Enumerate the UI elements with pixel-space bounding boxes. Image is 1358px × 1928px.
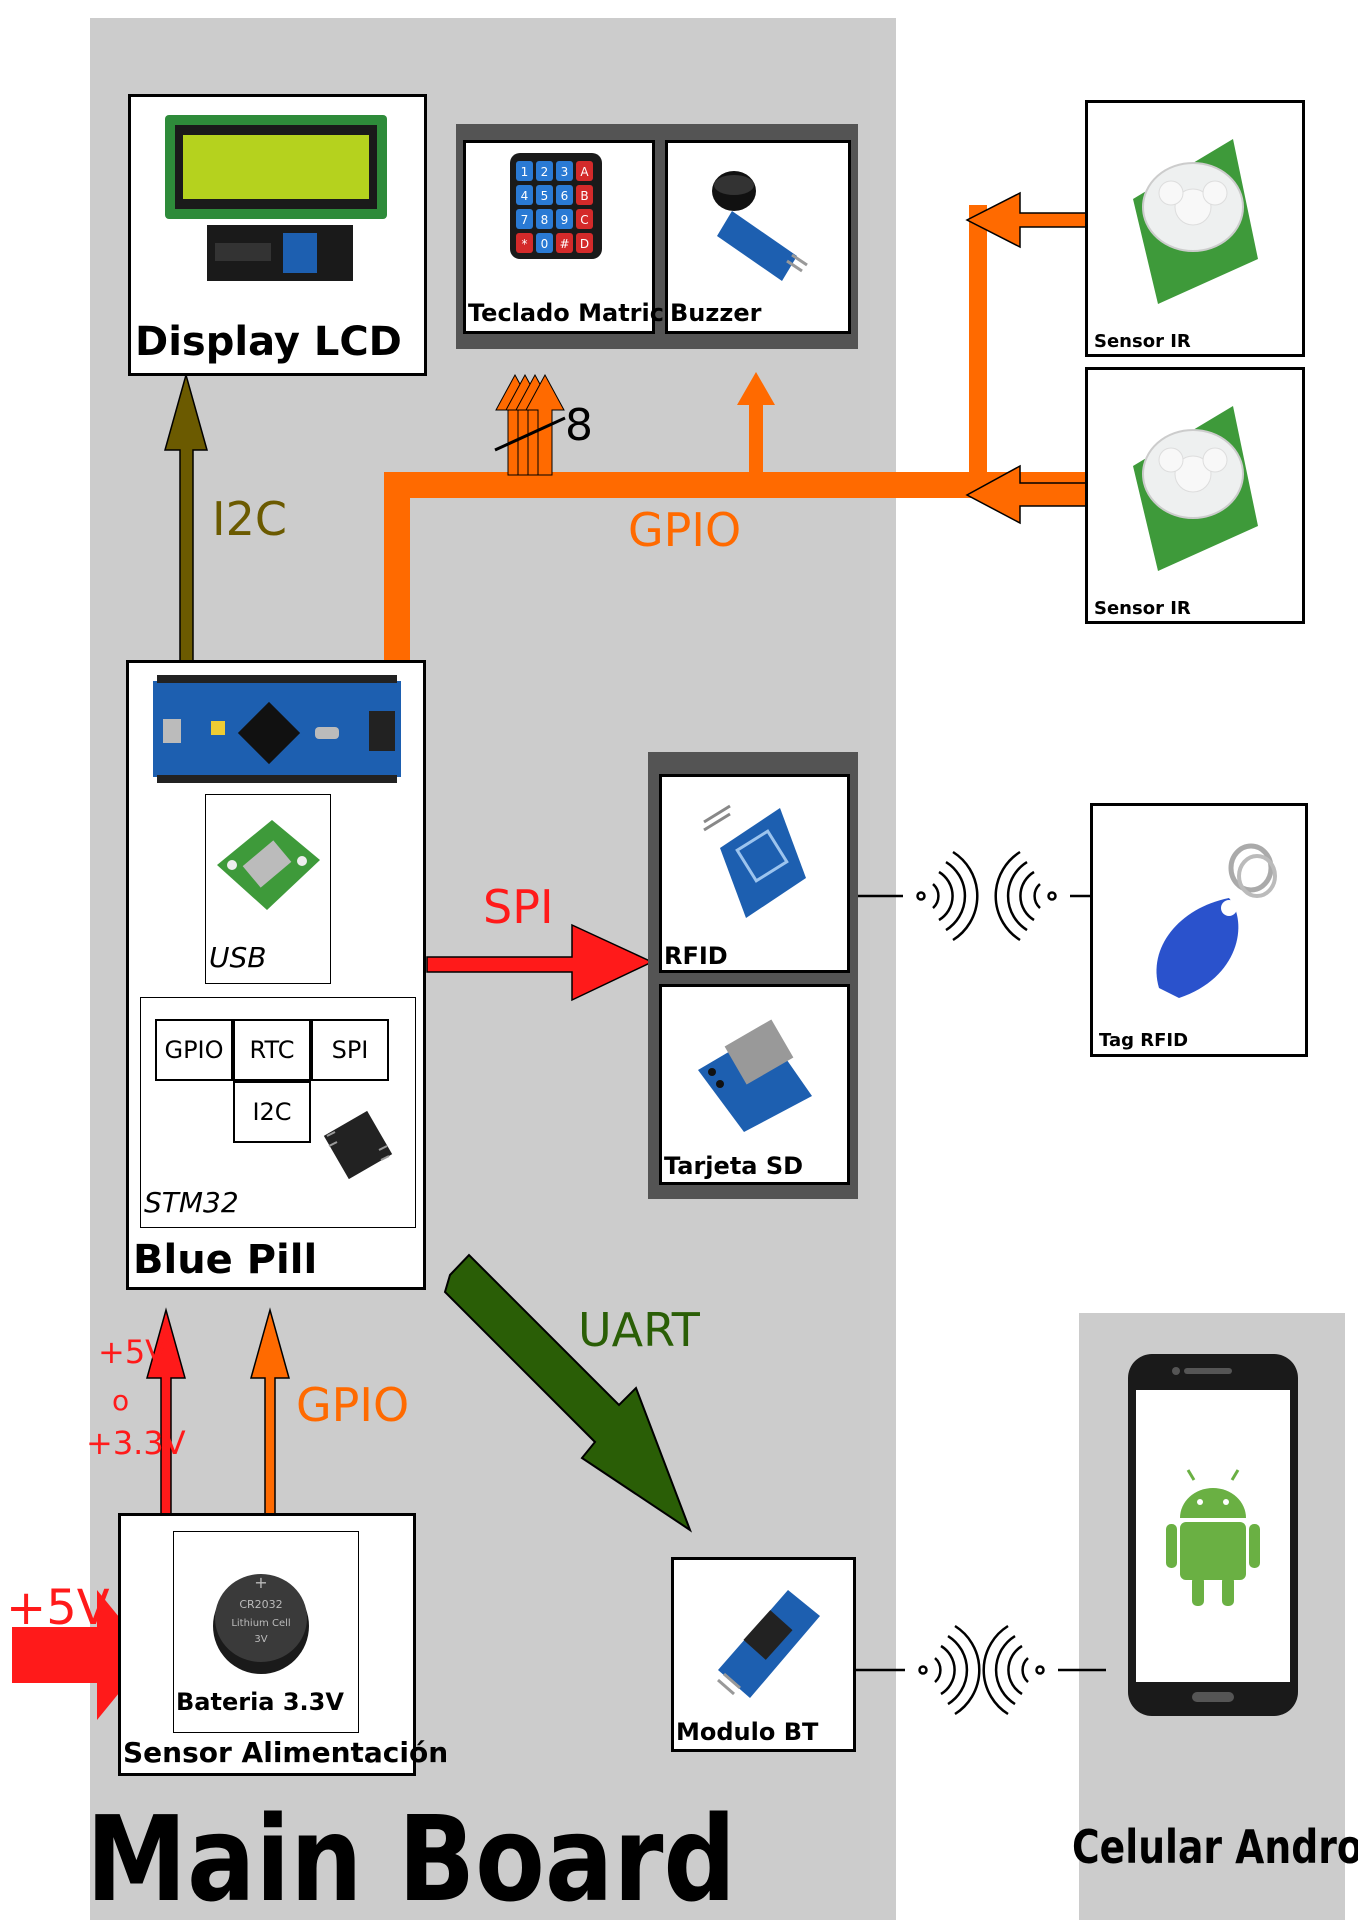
sensor-ir-2-box: Sensor IR	[1085, 367, 1305, 624]
sensor-ir-1-box: Sensor IR	[1085, 100, 1305, 357]
keypad-key-label: D	[580, 237, 589, 251]
buzzer-box: Buzzer	[665, 140, 851, 334]
supply-label-5v: +5V	[98, 1333, 168, 1371]
keypad-key-label: A	[580, 165, 589, 179]
keypad-key-label: C	[580, 213, 588, 227]
bt-wireless-link	[843, 1624, 1106, 1716]
keypad-key-label: #	[559, 237, 569, 251]
rfid-sd-group: RFID Tarjeta SD	[648, 752, 858, 1199]
sd-card-label: Tarjeta SD	[664, 1152, 804, 1180]
keypad-key-label: 0	[541, 237, 549, 251]
bus-width-label: 8	[565, 400, 593, 451]
blue-pill-label: Blue Pill	[133, 1237, 318, 1283]
svg-text:+: +	[254, 1573, 267, 1592]
sd-card-box: Tarjeta SD	[659, 984, 850, 1185]
pir-sensor-icon	[1123, 129, 1263, 309]
main-board-title: Main Board	[86, 1790, 737, 1928]
keypad-key-label: 1	[521, 165, 529, 179]
tag-rfid-label: Tag RFID	[1099, 1030, 1189, 1051]
i2c-label: I2C	[212, 492, 287, 546]
buzzer-label: Buzzer	[670, 299, 762, 327]
battery-subbox: + CR2032 Lithium Cell 3V Bateria 3.3V	[173, 1531, 359, 1733]
battery-label: Bateria 3.3V	[176, 1688, 344, 1716]
phone-icon	[1120, 1350, 1306, 1722]
tag-rfid-box: Tag RFID	[1090, 803, 1308, 1057]
gpio-bus-label: GPIO	[628, 503, 742, 557]
keypad-buzzer-group: 1 2 3 A 4 5 6 B 7 8 9 C * 0 # D Teclado Matricial Buzze…	[456, 124, 858, 349]
supply-label-or: o	[112, 1384, 130, 1417]
pir-sensor-icon	[1123, 396, 1263, 576]
keypad-key-label: 7	[521, 213, 529, 227]
coin-cell-chemistry: Lithium Cell	[231, 1618, 290, 1629]
keypad-key-label: 5	[541, 189, 549, 203]
bluetooth-module-icon	[708, 1570, 828, 1710]
keypad-key-label: 6	[561, 189, 569, 203]
bluetooth-label: Modulo BT	[676, 1718, 819, 1746]
keypad-icon: 1 2 3 A 4 5 6 B 7 8 9 C * 0 # D	[508, 151, 604, 261]
buzzer-icon	[702, 151, 814, 291]
keypad-key-label: 4	[521, 189, 529, 203]
display-lcd-label: Display LCD	[135, 319, 402, 365]
peripheral-spi: SPI	[311, 1019, 389, 1081]
rfid-box: RFID	[659, 774, 850, 973]
peripheral-i2c: I2C	[233, 1081, 311, 1143]
rfid-reader-icon	[700, 788, 808, 923]
uart-label: UART	[578, 1303, 700, 1357]
blue-pill-box: USB GPIO RTC SPI I2C STM32 Blue Pill	[126, 660, 426, 1290]
keypad-key-label: *	[522, 237, 528, 251]
uart-arrow	[443, 1253, 693, 1533]
coin-cell-icon: + CR2032 Lithium Cell 3V	[210, 1546, 312, 1683]
phone-label: Celular Android	[1072, 1820, 1358, 1874]
keypad-bus-arrows	[494, 373, 566, 476]
keypad-key-label: 9	[561, 213, 569, 227]
input-5v-label: +5V	[6, 1580, 110, 1636]
rfid-label: RFID	[664, 942, 728, 970]
coin-cell-model: CR2032	[239, 1598, 282, 1611]
rfid-tag-icon	[1139, 828, 1297, 1006]
stm32-chip-icon	[319, 1106, 397, 1184]
buzzer-arrow	[737, 372, 775, 475]
stm32-subbox: GPIO RTC SPI I2C STM32	[140, 997, 416, 1228]
keypad-key-label: 2	[541, 165, 549, 179]
spi-arrow	[426, 923, 654, 1002]
gpio-bus-line	[384, 472, 1090, 665]
keypad-label: Teclado Matricial	[468, 299, 697, 327]
keypad-key-label: B	[580, 189, 588, 203]
peripheral-rtc: RTC	[233, 1019, 311, 1081]
power-sensor-box: + CR2032 Lithium Cell 3V Bateria 3.3V Se…	[118, 1513, 448, 1776]
sd-card-module-icon	[692, 1000, 818, 1134]
usb-label: USB	[209, 941, 267, 974]
usb-module-icon	[212, 815, 322, 915]
stm32-label: STM32	[144, 1186, 239, 1219]
bluetooth-box: Modulo BT	[671, 1557, 856, 1752]
supply-label-3v3: +3.3V	[86, 1424, 186, 1462]
keypad-key-label: 3	[561, 165, 569, 179]
spi-label: SPI	[483, 880, 554, 934]
usb-subbox: USB	[205, 794, 331, 984]
peripheral-gpio: GPIO	[155, 1019, 233, 1081]
sensor-ir-1-label: Sensor IR	[1094, 331, 1191, 352]
rfid-wireless-link	[832, 850, 1120, 942]
gpio-power-label: GPIO	[296, 1378, 410, 1432]
lcd-module-icon	[163, 113, 389, 289]
gpio-power-arrow	[250, 1307, 290, 1520]
keypad-key-label: 8	[541, 213, 549, 227]
coin-cell-voltage: 3V	[254, 1634, 267, 1645]
power-sensor-label: Sensor Alimentación	[123, 1736, 449, 1769]
sensor-ir-2-label: Sensor IR	[1094, 598, 1191, 619]
display-lcd-box: Display LCD	[128, 94, 427, 376]
microcontroller-board-icon	[151, 671, 403, 787]
i2c-arrow	[164, 372, 208, 663]
keypad-box: 1 2 3 A 4 5 6 B 7 8 9 C * 0 # D Teclado Matricial	[463, 140, 697, 334]
